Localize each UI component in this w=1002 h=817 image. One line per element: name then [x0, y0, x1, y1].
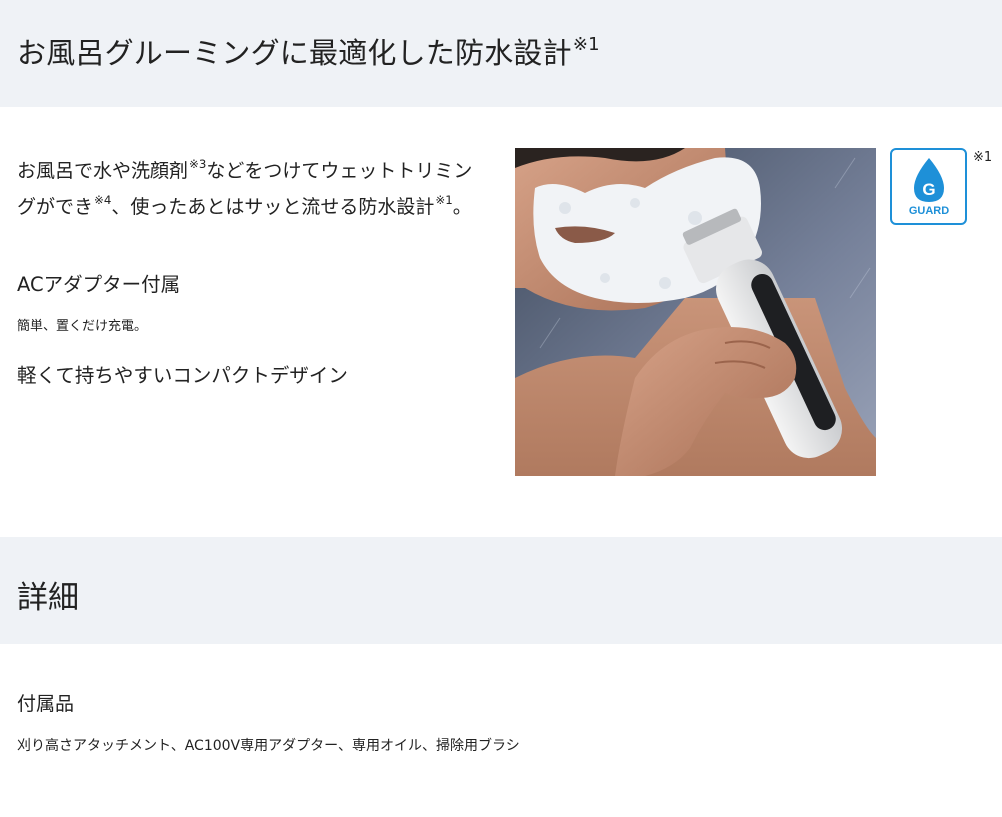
feature-title-compact-design: 軽くて持ちやすいコンパクトデザイン	[17, 364, 348, 387]
section-header-waterproof: お風呂グルーミングに最適化した防水設計※1	[0, 0, 1002, 107]
accessories-list: 刈り高さアタッチメント、AC100V専用アダプター、専用オイル、掃除用ブラシ	[17, 738, 520, 754]
feature-description: お風呂で水や洗顔剤※3などをつけてウェットトリミングができ※4、使ったあとはサッ…	[17, 157, 473, 218]
man-trimming-beard-photo	[515, 148, 876, 476]
water-drop-icon: G GUARD	[909, 158, 949, 217]
footnote-mark: ※1	[973, 150, 993, 165]
footnote-mark: ※1	[572, 33, 600, 55]
feature-title-ac-adapter: ACアダプター付属	[17, 273, 181, 296]
badge-letter: G	[922, 180, 935, 199]
section-title: お風呂グルーミングに最適化した防水設計※1	[17, 33, 600, 70]
feature-subtext-charging: 簡単、置くだけ充電。	[17, 319, 148, 334]
section-title: 詳細	[17, 580, 79, 616]
badge-label: GUARD	[909, 205, 949, 217]
section-header-details: 詳細	[0, 537, 1002, 644]
footnote-mark: ※1	[435, 192, 453, 207]
accessories-title: 付属品	[17, 693, 75, 715]
footnote-mark: ※3	[189, 157, 207, 171]
waterproof-guard-badge: G GUARD	[890, 148, 967, 225]
footnote-mark: ※4	[94, 192, 112, 207]
